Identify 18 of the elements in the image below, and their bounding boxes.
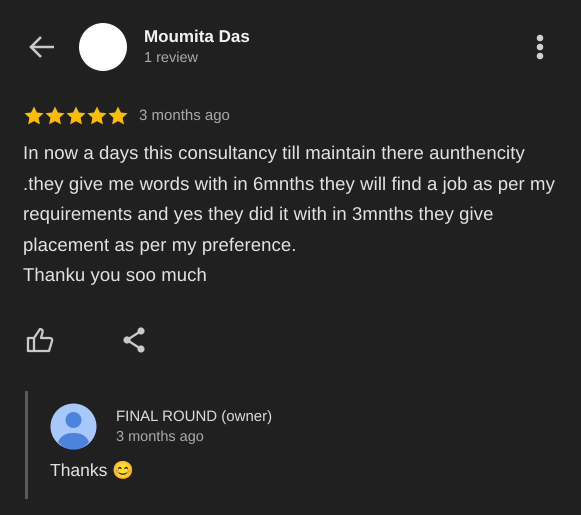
star-icon [45, 106, 65, 125]
star-icon [87, 106, 107, 125]
share-icon[interactable] [122, 326, 146, 353]
more-options-icon[interactable] [536, 34, 544, 60]
star-icon [108, 106, 128, 125]
star-icon [66, 106, 86, 125]
review-text: In now a days this consultancy till maintain there aunthencity .they give me words with in 6mnths they will find a job as per my requirements and yes they did it with in 3mnths they give placement as per my preference. Thanku you soo much [23, 141, 556, 288]
star-icon [24, 106, 44, 125]
back-icon[interactable] [28, 35, 56, 59]
review-time: 3 months ago [139, 107, 230, 124]
reply-text: Thanks 😊 [50, 460, 136, 481]
reviewer-name: Moumita Das [144, 26, 250, 48]
avatar [79, 23, 127, 71]
thumbs-up-icon[interactable] [26, 326, 54, 353]
review-count: 1 review [144, 49, 199, 68]
reply-time: 3 months ago [116, 428, 205, 447]
owner-avatar-icon [50, 402, 97, 450]
owner-name: FINAL ROUND (owner) [116, 406, 272, 427]
